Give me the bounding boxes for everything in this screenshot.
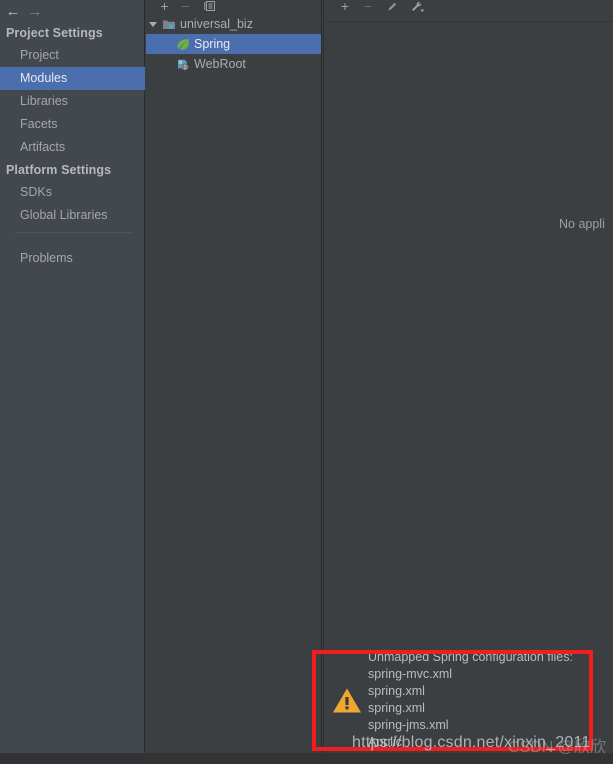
expand-collapse-toggle[interactable] bbox=[146, 21, 160, 27]
sidebar-item-artifacts[interactable]: Artifacts bbox=[0, 136, 145, 159]
modules-tree-rows: universal_biz Spring WebRoot bbox=[146, 14, 321, 74]
warning-line: spring.xml bbox=[368, 684, 425, 698]
module-detail-panel: + − No appli bbox=[327, 0, 613, 753]
warning-line: Unmapped Spring configuration files: bbox=[368, 650, 573, 664]
tree-row[interactable]: Spring bbox=[146, 34, 321, 54]
warning-line: spring-jms.xml bbox=[368, 718, 449, 732]
module-detail-toolbar: + − bbox=[327, 0, 613, 22]
sidebar-item-problems[interactable]: Problems bbox=[0, 247, 145, 270]
arrow-left-icon[interactable]: ← bbox=[2, 1, 24, 21]
module-folder-icon bbox=[160, 18, 178, 31]
web-facet-icon bbox=[174, 58, 192, 71]
watermark-logo: CSDN @欣欣 bbox=[508, 739, 607, 756]
sidebar-item-project[interactable]: Project bbox=[0, 44, 145, 67]
warning-line: spring.xml bbox=[368, 701, 425, 715]
warning-triangle-icon bbox=[320, 687, 366, 714]
minus-icon[interactable]: − bbox=[177, 0, 194, 14]
settings-sidebar: ← → Project Settings Project Modules Lib… bbox=[0, 0, 145, 753]
wrench-dropdown-icon[interactable] bbox=[407, 0, 427, 16]
sidebar-navigation: ← → bbox=[0, 0, 145, 22]
pencil-edit-icon[interactable] bbox=[382, 0, 402, 16]
tree-row[interactable]: universal_biz bbox=[146, 14, 321, 34]
sidebar-item-global-libraries[interactable]: Global Libraries bbox=[0, 204, 145, 227]
tree-row-label: WebRoot bbox=[194, 57, 246, 71]
tree-row-label: universal_biz bbox=[180, 17, 253, 31]
plus-icon[interactable]: + bbox=[335, 0, 355, 16]
sidebar-item-libraries[interactable]: Libraries bbox=[0, 90, 145, 113]
copy-module-icon[interactable] bbox=[201, 0, 218, 14]
modules-tree-panel: + − universal_biz Spring WebRoot bbox=[146, 0, 322, 753]
sidebar-item-facets[interactable]: Facets bbox=[0, 113, 145, 136]
sidebar-item-sdks[interactable]: SDKs bbox=[0, 181, 145, 204]
sidebar-item-modules[interactable]: Modules bbox=[0, 67, 145, 90]
plus-icon[interactable]: + bbox=[156, 0, 173, 14]
sidebar-section-header-platform-settings: Platform Settings bbox=[6, 163, 112, 177]
sidebar-section-header-project-settings: Project Settings bbox=[6, 26, 103, 40]
minus-icon[interactable]: − bbox=[358, 0, 378, 16]
sidebar-divider bbox=[14, 232, 132, 233]
tree-row-label: Spring bbox=[194, 37, 231, 51]
arrow-right-icon[interactable]: → bbox=[24, 1, 46, 21]
warning-line: spring-mvc.xml bbox=[368, 667, 453, 681]
settings-dialog: ← → Project Settings Project Modules Lib… bbox=[0, 0, 613, 764]
panel-splitter[interactable] bbox=[323, 0, 324, 753]
modules-tree-toolbar: + − bbox=[146, 0, 321, 14]
empty-state-message: No appli bbox=[559, 217, 605, 231]
tree-row[interactable]: WebRoot bbox=[146, 54, 321, 74]
chevron-down-icon bbox=[149, 21, 157, 27]
spring-leaf-icon bbox=[174, 38, 192, 51]
